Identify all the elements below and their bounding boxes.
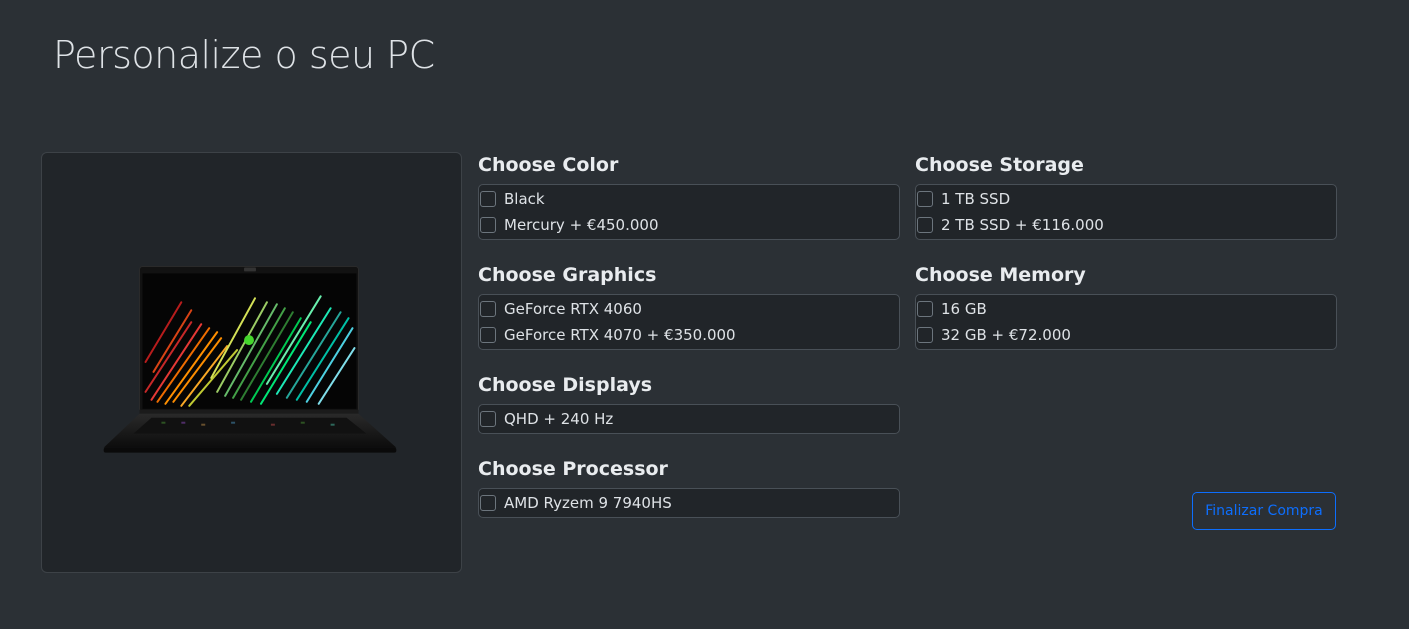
checkbox[interactable] xyxy=(480,495,496,511)
option-color-mercury[interactable]: Mercury + €450.000 xyxy=(479,212,899,238)
checkbox[interactable] xyxy=(480,191,496,207)
option-label: 16 GB xyxy=(941,300,987,318)
color-options: Black Mercury + €450.000 xyxy=(478,184,900,240)
storage-options: 1 TB SSD 2 TB SSD + €116.000 xyxy=(915,184,1337,240)
color-group: Choose Color Black Mercury + €450.000 xyxy=(478,152,900,240)
laptop-image xyxy=(103,265,397,453)
option-graphics-rtx4070[interactable]: GeForce RTX 4070 + €350.000 xyxy=(479,322,899,348)
option-memory-32gb[interactable]: 32 GB + €72.000 xyxy=(916,322,1336,348)
option-color-black[interactable]: Black xyxy=(479,186,899,212)
memory-group-title: Choose Memory xyxy=(915,264,1086,286)
storage-group-title: Choose Storage xyxy=(915,154,1084,176)
option-memory-16gb[interactable]: 16 GB xyxy=(916,296,1336,322)
memory-options: 16 GB 32 GB + €72.000 xyxy=(915,294,1337,350)
checkbox[interactable] xyxy=(480,301,496,317)
checkbox[interactable] xyxy=(480,327,496,343)
option-processor-ryzen[interactable]: AMD Ryzem 9 7940HS xyxy=(479,490,899,516)
displays-group: Choose Displays QHD + 240 Hz xyxy=(478,372,900,434)
finalize-purchase-button[interactable]: Finalizar Compra xyxy=(1192,492,1336,530)
graphics-group: Choose Graphics GeForce RTX 4060 GeForce… xyxy=(478,262,900,350)
processor-group: Choose Processor AMD Ryzem 9 7940HS xyxy=(478,456,900,518)
option-label: 1 TB SSD xyxy=(941,190,1011,208)
option-storage-2tb[interactable]: 2 TB SSD + €116.000 xyxy=(916,212,1336,238)
checkbox[interactable] xyxy=(917,191,933,207)
option-label: Black xyxy=(504,190,545,208)
option-label: AMD Ryzem 9 7940HS xyxy=(504,494,672,512)
option-label: 32 GB + €72.000 xyxy=(941,326,1071,344)
checkbox[interactable] xyxy=(480,411,496,427)
option-label: Mercury + €450.000 xyxy=(504,216,659,234)
graphics-group-title: Choose Graphics xyxy=(478,264,657,286)
page-title: Personalize o seu PC xyxy=(53,33,435,77)
product-image-card xyxy=(41,152,462,573)
processor-options: AMD Ryzem 9 7940HS xyxy=(478,488,900,518)
checkbox[interactable] xyxy=(917,217,933,233)
color-group-title: Choose Color xyxy=(478,154,619,176)
option-label: GeForce RTX 4070 + €350.000 xyxy=(504,326,736,344)
processor-group-title: Choose Processor xyxy=(478,458,668,480)
graphics-options: GeForce RTX 4060 GeForce RTX 4070 + €350… xyxy=(478,294,900,350)
storage-group: Choose Storage 1 TB SSD 2 TB SSD + €116.… xyxy=(915,152,1337,240)
checkbox[interactable] xyxy=(917,327,933,343)
checkbox[interactable] xyxy=(480,217,496,233)
option-graphics-rtx4060[interactable]: GeForce RTX 4060 xyxy=(479,296,899,322)
displays-options: QHD + 240 Hz xyxy=(478,404,900,434)
option-display-qhd[interactable]: QHD + 240 Hz xyxy=(479,406,899,432)
option-label: QHD + 240 Hz xyxy=(504,410,614,428)
memory-group: Choose Memory 16 GB 32 GB + €72.000 xyxy=(915,262,1337,350)
option-label: 2 TB SSD + €116.000 xyxy=(941,216,1104,234)
displays-group-title: Choose Displays xyxy=(478,374,653,396)
option-label: GeForce RTX 4060 xyxy=(504,300,642,318)
checkbox[interactable] xyxy=(917,301,933,317)
option-storage-1tb[interactable]: 1 TB SSD xyxy=(916,186,1336,212)
